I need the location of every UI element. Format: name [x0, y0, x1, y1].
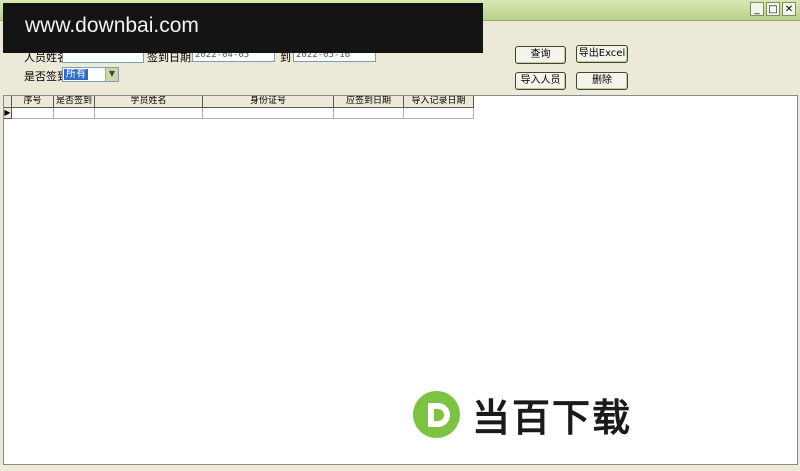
watermark-banner: www.downbai.com	[3, 3, 483, 53]
signed-select[interactable]: 所有 ▼	[62, 67, 119, 82]
export-excel-button[interactable]: 导出Excel	[576, 45, 628, 63]
grid-header: 序号 是否签到 学员姓名 身份证号 应签到日期 导入记录日期	[4, 96, 474, 108]
logo-text: 当百下载	[472, 396, 633, 440]
chevron-down-icon[interactable]: ▼	[105, 68, 118, 81]
window-controls: _ □ ✕	[750, 2, 796, 16]
table-cell[interactable]	[12, 108, 54, 119]
minimize-icon[interactable]: _	[750, 2, 764, 16]
status-strip	[0, 466, 800, 471]
data-grid[interactable]: 序号 是否签到 学员姓名 身份证号 应签到日期 导入记录日期 ▶	[3, 95, 798, 465]
column-header-due-date[interactable]: 应签到日期	[334, 96, 404, 108]
row-indicator-icon[interactable]: ▶	[4, 108, 12, 119]
table-cell[interactable]	[404, 108, 474, 119]
table-cell[interactable]	[95, 108, 203, 119]
table-cell[interactable]	[334, 108, 404, 119]
delete-button[interactable]: 删除	[576, 72, 628, 90]
column-header-signed[interactable]: 是否签到	[54, 96, 95, 108]
table-row[interactable]: ▶	[4, 108, 474, 119]
logo-d-icon	[427, 402, 450, 427]
column-header-id-number[interactable]: 身份证号	[203, 96, 334, 108]
signed-select-value: 所有	[64, 69, 88, 80]
logo-mark-icon	[413, 391, 460, 438]
close-icon[interactable]: ✕	[782, 2, 796, 16]
table-cell[interactable]	[54, 108, 95, 119]
query-button[interactable]: 查询	[515, 46, 566, 64]
column-header-student-name[interactable]: 学员姓名	[95, 96, 203, 108]
column-header-index[interactable]: 序号	[12, 96, 54, 108]
site-logo: 当百下载	[413, 387, 632, 442]
maximize-icon[interactable]: □	[766, 2, 780, 16]
column-header-import-date[interactable]: 导入记录日期	[404, 96, 474, 108]
table-cell[interactable]	[203, 108, 334, 119]
import-people-button[interactable]: 导入人员	[515, 72, 566, 90]
grid-corner	[4, 96, 12, 108]
